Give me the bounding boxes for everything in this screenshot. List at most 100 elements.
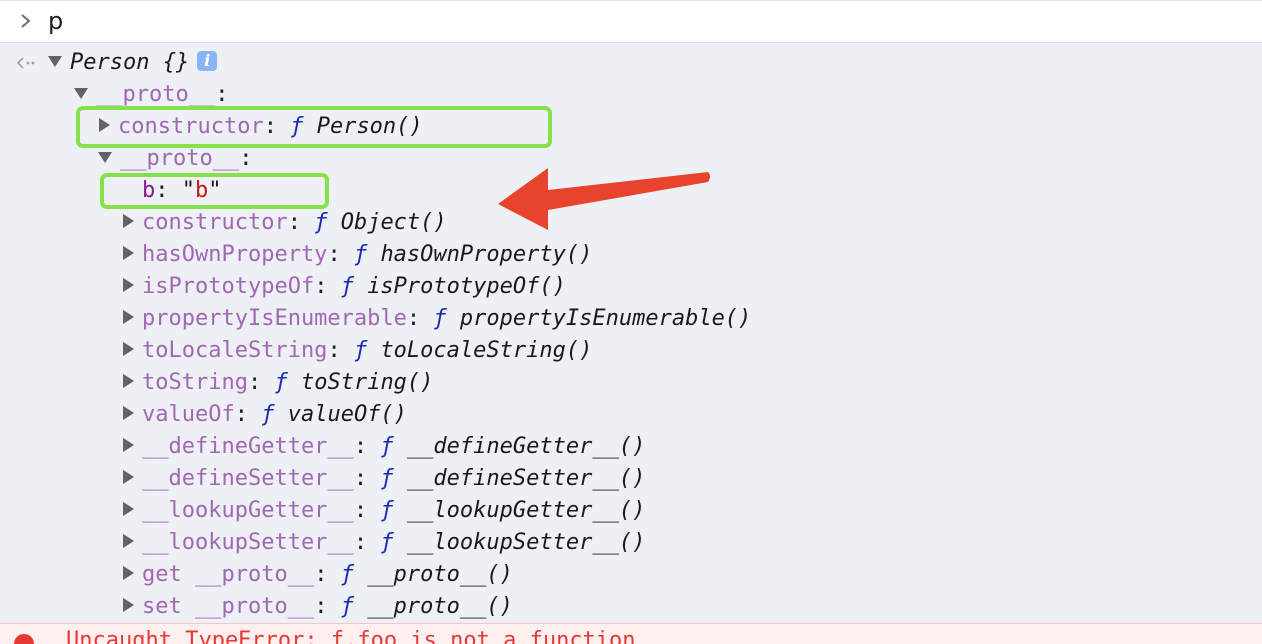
collapse-triangle-icon[interactable] [123, 598, 134, 612]
expand-triangle-icon[interactable] [74, 87, 88, 99]
console-input-text[interactable]: p [48, 7, 63, 35]
info-icon[interactable]: i [197, 51, 218, 71]
collapse-triangle-icon[interactable] [123, 406, 134, 420]
property-value: __lookupSetter__() [406, 530, 646, 555]
property-colon: : [353, 466, 368, 491]
function-glyph: ƒ [340, 594, 354, 619]
collapse-triangle-icon[interactable] [123, 342, 134, 356]
property-key: propertyIsEnumerable [142, 306, 407, 331]
expand-triangle-icon[interactable] [98, 151, 112, 163]
property-colon: : [287, 210, 301, 235]
property-colon: : [314, 594, 328, 619]
function-glyph: ƒ [314, 210, 328, 235]
property-key: __defineGetter__ [142, 434, 354, 459]
property-colon: : [215, 82, 229, 107]
annotation-arrow-icon [498, 168, 710, 230]
collapse-triangle-icon[interactable] [123, 438, 134, 452]
tree-row-member[interactable]: toString: ƒ toString() [123, 368, 433, 398]
property-key: hasOwnProperty [142, 242, 328, 267]
tree-row-member[interactable]: __defineSetter__: ƒ __defineSetter__() [123, 464, 645, 494]
function-glyph: ƒ [433, 306, 447, 331]
property-value: __proto__() [367, 562, 513, 587]
tree-row-proto-2[interactable]: __proto__: [98, 144, 252, 174]
property-key: set __proto__ [142, 594, 315, 619]
property-colon: : [353, 498, 368, 523]
property-value: isPrototypeOf() [367, 274, 566, 299]
property-key: toString [142, 370, 248, 395]
property-value: __lookupGetter__() [406, 498, 646, 523]
property-key: valueOf [142, 402, 235, 427]
function-glyph: ƒ [380, 498, 394, 523]
highlight-box-own-property [100, 173, 329, 209]
tree-row-member[interactable]: get __proto__: ƒ __proto__() [123, 560, 513, 590]
function-glyph: ƒ [380, 434, 394, 459]
property-value: Object() [340, 210, 447, 235]
property-key: get __proto__ [142, 562, 315, 587]
property-key: __lookupSetter__ [142, 530, 354, 555]
property-key: __lookupGetter__ [142, 498, 354, 523]
tree-row-member[interactable]: __lookupSetter__: ƒ __lookupSetter__() [123, 528, 645, 558]
expand-triangle-icon[interactable] [48, 55, 62, 67]
property-value: __defineGetter__() [406, 434, 646, 459]
devtools-console: p Person {} i __proto__: constructor: ƒ P… [0, 0, 1262, 644]
property-value: hasOwnProperty() [380, 242, 593, 267]
tree-row-member[interactable]: toLocaleString: ƒ toLocaleString() [123, 336, 592, 366]
property-colon: : [247, 370, 262, 395]
property-key: __proto__ [120, 146, 240, 171]
error-icon [14, 634, 34, 644]
tree-row-member[interactable]: valueOf: ƒ valueOf() [123, 400, 407, 430]
function-glyph: ƒ [380, 466, 394, 491]
property-value: toLocaleString() [380, 338, 593, 363]
chevron-right-icon [21, 14, 31, 28]
function-glyph: ƒ [274, 370, 288, 395]
collapse-triangle-icon[interactable] [123, 534, 134, 548]
property-colon: : [327, 338, 341, 363]
function-glyph: ƒ [340, 274, 354, 299]
property-colon: : [314, 562, 328, 587]
property-colon: : [314, 274, 328, 299]
property-colon: : [239, 146, 253, 171]
function-glyph: ƒ [380, 530, 394, 555]
property-key: constructor [142, 210, 288, 235]
tree-row-member[interactable]: set __proto__: ƒ __proto__() [123, 592, 513, 622]
tree-row-member[interactable]: __defineGetter__: ƒ __defineGetter__() [123, 432, 645, 462]
collapse-triangle-icon[interactable] [123, 246, 134, 260]
property-colon: : [234, 402, 248, 427]
object-class-name: Person [70, 50, 150, 75]
collapse-triangle-icon[interactable] [123, 374, 134, 388]
function-glyph: ƒ [353, 242, 368, 267]
function-glyph: ƒ [340, 562, 354, 587]
highlight-box-constructor [76, 106, 552, 148]
function-glyph: ƒ [353, 338, 368, 363]
console-input-row[interactable]: p [0, 0, 1262, 43]
tree-row-member[interactable]: hasOwnProperty: ƒ hasOwnProperty() [123, 240, 592, 270]
property-value: valueOf() [287, 402, 407, 427]
property-key: __proto__ [96, 82, 216, 107]
property-key: toLocaleString [142, 338, 328, 363]
property-value: propertyIsEnumerable() [459, 306, 752, 331]
tree-row-member[interactable]: isPrototypeOf: ƒ isPrototypeOf() [123, 272, 566, 302]
property-colon: : [406, 306, 421, 331]
property-value: __proto__() [367, 594, 513, 619]
tree-row-member[interactable]: __lookupGetter__: ƒ __lookupGetter__() [123, 496, 645, 526]
property-value: __defineSetter__() [406, 466, 646, 491]
property-key: isPrototypeOf [142, 274, 315, 299]
console-error-row: Uncaught TypeError: f.foo is not a funct… [0, 623, 1262, 644]
collapse-triangle-icon[interactable] [123, 502, 134, 516]
collapse-triangle-icon[interactable] [123, 566, 134, 580]
tree-row-member[interactable]: constructor: ƒ Object() [123, 208, 447, 238]
property-value: toString() [300, 370, 434, 395]
property-colon: : [327, 242, 341, 267]
property-key: __defineSetter__ [142, 466, 354, 491]
collapse-triangle-icon[interactable] [123, 470, 134, 484]
result-arrow-icon [16, 57, 35, 69]
collapse-triangle-icon[interactable] [123, 214, 134, 228]
collapse-triangle-icon[interactable] [123, 278, 134, 292]
function-glyph: ƒ [261, 402, 275, 427]
property-colon: : [353, 530, 368, 555]
property-colon: : [353, 434, 368, 459]
tree-row-member[interactable]: propertyIsEnumerable: ƒ propertyIsEnumer… [123, 304, 751, 334]
collapse-triangle-icon[interactable] [123, 310, 134, 324]
tree-row-root[interactable]: Person {} i [48, 48, 218, 78]
error-message: Uncaught TypeError: f.foo is not a funct… [66, 628, 636, 644]
